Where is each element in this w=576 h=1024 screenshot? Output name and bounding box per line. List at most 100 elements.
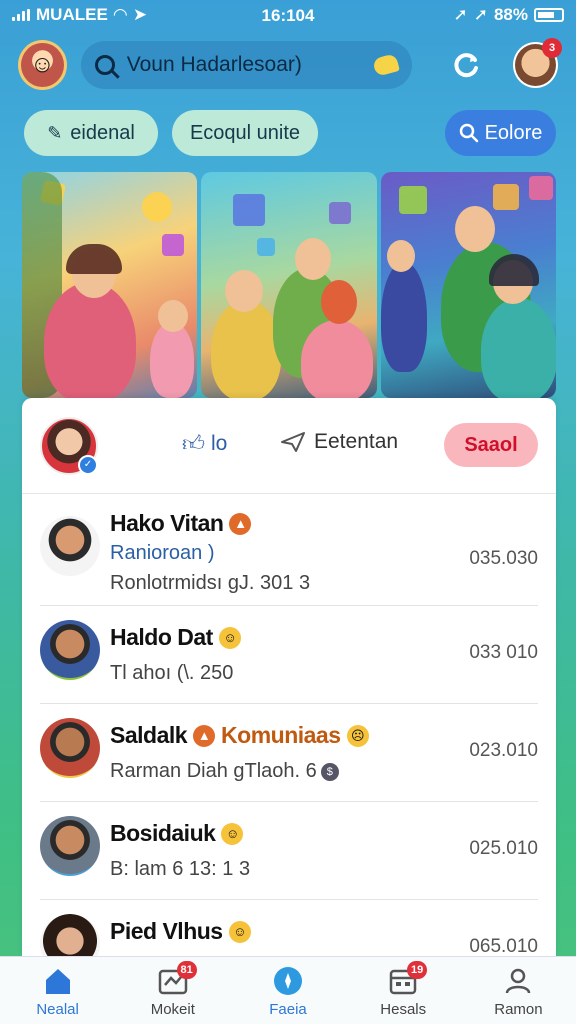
contact-name: Bosidaiuk ☺ [110, 820, 244, 847]
person-figure [480, 298, 556, 398]
sync-button[interactable] [448, 47, 483, 83]
smile-emoji-icon: ☺ [218, 626, 241, 649]
card-header: ✓ 👍︎ lo Eetentan Saaol [22, 398, 556, 494]
hair [66, 244, 122, 274]
contact-value: 065.010 [469, 936, 538, 957]
carrier-label: MUALEE [36, 5, 108, 24]
nav-item-market[interactable]: 81 Mokeit [115, 957, 230, 1024]
nav-label: Nealal [36, 1001, 79, 1018]
hero-gallery [22, 172, 556, 398]
search-placeholder: Voun Hadarlesoar) [126, 53, 302, 76]
status-time: 16:104 [261, 6, 315, 25]
avatar[interactable]: ✓ [40, 416, 98, 475]
filter-pill-2-label: Ecoqul unite [189, 121, 301, 144]
like-label: lo [211, 431, 228, 455]
like-button[interactable]: 👍︎ lo [182, 430, 227, 457]
header: ☺ Voun Hadarlesoar) 3 [0, 32, 576, 98]
floating-icon [162, 234, 184, 256]
list-item[interactable]: Saldalk ▲ Komuniaas ☹ Rarman Diah gTlaoh… [40, 704, 538, 802]
contact-name-text: Haldo Dat [110, 624, 213, 650]
edit-icon: ✎ [47, 122, 63, 143]
list-item[interactable]: Hako Vitan ▲ Ranioroan ) Ronlotrmidsı gJ… [40, 506, 538, 606]
contact-name: Saldalk ▲ Komuniaas ☹ [110, 722, 369, 749]
contact-name: Haldo Dat ☺ [110, 624, 241, 651]
contact-name-text: Hako Vitan [110, 510, 224, 536]
location-arrow-icon: ➚ [453, 5, 468, 24]
contact-name-text: Saldalk [110, 722, 188, 748]
wifi-icon: ◠ [113, 5, 127, 24]
search-input[interactable]: Voun Hadarlesoar) [80, 41, 413, 89]
person-head [454, 206, 495, 252]
hijab [321, 280, 358, 324]
fire-icon: ▲ [229, 512, 252, 535]
person-figure [301, 320, 374, 398]
status-right: ➚ ➚ 88% [453, 5, 564, 25]
avatar [40, 718, 100, 778]
contact-value: 023.010 [469, 740, 538, 761]
feed-card: ✓ 👍︎ lo Eetentan Saaol Hako Vitan ▲ Rani… [22, 398, 556, 958]
filter-pill-1-label: eidenal [70, 121, 135, 144]
status-left: MUALEE ◠ ➤ [12, 5, 147, 25]
sun-illustration [142, 192, 172, 222]
nav-badge: 81 [176, 961, 197, 979]
home-icon [45, 969, 70, 994]
hero-image-1[interactable] [22, 172, 198, 398]
nav-item-profile[interactable]: Ramon [461, 957, 576, 1024]
sticker-icon[interactable] [372, 53, 401, 77]
explore-button[interactable]: Eolore [445, 110, 556, 156]
nav-label: Faeia [269, 1001, 307, 1018]
sync-icon [454, 53, 478, 78]
search-icon [94, 55, 115, 75]
contact-detail-text: Rarman Diah gTlaoh. 6 [110, 760, 317, 782]
contact-name: Pied Vlhus ☺ [110, 918, 251, 945]
battery-icon [534, 8, 564, 22]
profile-button[interactable]: 3 [513, 38, 562, 88]
nav-label: Hesals [380, 1001, 427, 1018]
list-item[interactable]: Pied Vlhus ☺ 065.010 [40, 900, 538, 958]
floating-icon [398, 186, 427, 214]
nav-item-home[interactable]: Nealal [0, 957, 115, 1024]
explore-label: Eolore [484, 121, 543, 144]
person-figure [44, 282, 136, 398]
app-avatar[interactable]: ☺ [18, 40, 67, 90]
hero-image-3[interactable] [380, 172, 556, 398]
battery-percent: 88% [493, 5, 528, 24]
contact-subtitle: Ranioroan ) [110, 542, 215, 564]
nav-item-feed[interactable]: Faeia [230, 957, 345, 1024]
wow-emoji-icon: ☹ [346, 724, 369, 747]
search-icon [459, 123, 478, 143]
share-label: Eetentan [314, 430, 399, 453]
grin-emoji-icon: ☺ [228, 920, 251, 943]
nav-label: Ramon [494, 1001, 543, 1018]
person-figure [211, 300, 282, 398]
notification-badge: 3 [542, 38, 562, 58]
contact-name-text: Bosidaiuk [110, 820, 216, 846]
hero-image-2[interactable] [201, 172, 377, 398]
community-tag: Komuniaas [221, 722, 341, 748]
filter-pill-1[interactable]: ✎ eidenal [24, 110, 158, 156]
child-figure [150, 322, 194, 398]
child-head [158, 300, 188, 332]
list-item[interactable]: Bosidaiuk ☺ B: lam 6 13: 1 3 025.010 [40, 802, 538, 900]
floating-icon [257, 238, 276, 256]
smile-emoji-icon: ☺ [221, 822, 244, 845]
location-icon: ➤ [132, 5, 148, 24]
contact-detail: Ronlotrmidsı gJ. 301 3 [110, 572, 311, 594]
verified-icon: ✓ [78, 454, 98, 475]
contact-name: Hako Vitan ▲ [110, 510, 252, 537]
person-figure [380, 262, 427, 372]
user-icon [506, 968, 531, 994]
avatar [40, 914, 100, 958]
filter-pill-2[interactable]: Ecoqul unite [172, 110, 318, 156]
share-button[interactable]: Eetentan [280, 430, 398, 454]
nav-item-events[interactable]: 19 Hesals [346, 957, 461, 1024]
person-head [295, 238, 332, 280]
floating-icon [528, 176, 553, 200]
thumbs-up-icon: 👍︎ [182, 431, 205, 456]
action-button[interactable]: Saaol [444, 423, 538, 467]
list-item[interactable]: Haldo Dat ☺ Tl ahoı (\. 250 033 010 [40, 606, 538, 704]
contact-name-text: Pied Vlhus [110, 918, 223, 944]
contact-value: 025.010 [469, 838, 538, 859]
contact-detail: B: lam 6 13: 1 3 [110, 858, 251, 880]
avatar [40, 816, 100, 876]
